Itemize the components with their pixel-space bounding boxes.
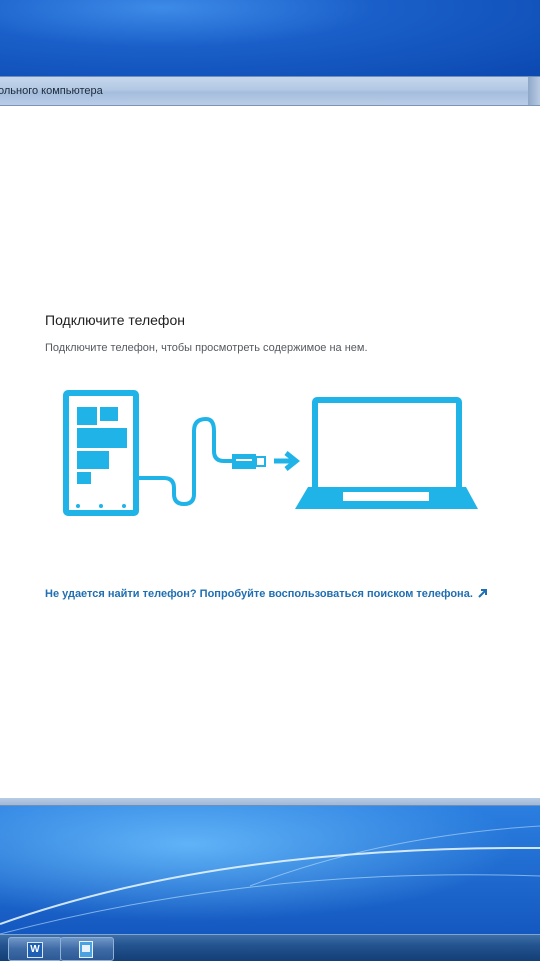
desktop-wallpaper-swoosh xyxy=(0,806,540,934)
document-icon xyxy=(79,941,93,958)
connect-phone-illustration xyxy=(63,390,478,516)
taskbar-word-button[interactable]: W xyxy=(8,937,62,961)
desktop-background-top xyxy=(0,0,540,78)
arrow-right-icon xyxy=(274,451,301,471)
phone-screen-tiles xyxy=(76,407,127,508)
titlebar-edge xyxy=(528,77,540,105)
find-phone-link-text[interactable]: Не удается найти телефон? Попробуйте вос… xyxy=(45,588,473,600)
window-bottom-frame xyxy=(0,798,540,805)
page-subtitle: Подключите телефон, чтобы просмотреть со… xyxy=(45,342,368,354)
word-icon: W xyxy=(27,942,43,958)
usb-plug-icon xyxy=(232,454,266,469)
desktop-background-bottom xyxy=(0,806,540,934)
window-titlebar[interactable]: ольного компьютера xyxy=(0,77,540,106)
external-link-arrow-icon xyxy=(478,589,487,601)
usb-cable xyxy=(139,416,232,507)
window-content: Подключите телефон Подключите телефон, ч… xyxy=(0,106,540,798)
page-title: Подключите телефон xyxy=(45,312,185,328)
taskbar: W xyxy=(0,934,540,961)
laptop-icon xyxy=(295,397,478,509)
find-phone-link[interactable]: Не удается найти телефон? Попробуйте вос… xyxy=(45,588,487,601)
window-title: ольного компьютера xyxy=(0,85,103,97)
app-window: ольного компьютера Подключите телефон По… xyxy=(0,76,540,806)
taskbar-document-button[interactable] xyxy=(60,937,114,961)
